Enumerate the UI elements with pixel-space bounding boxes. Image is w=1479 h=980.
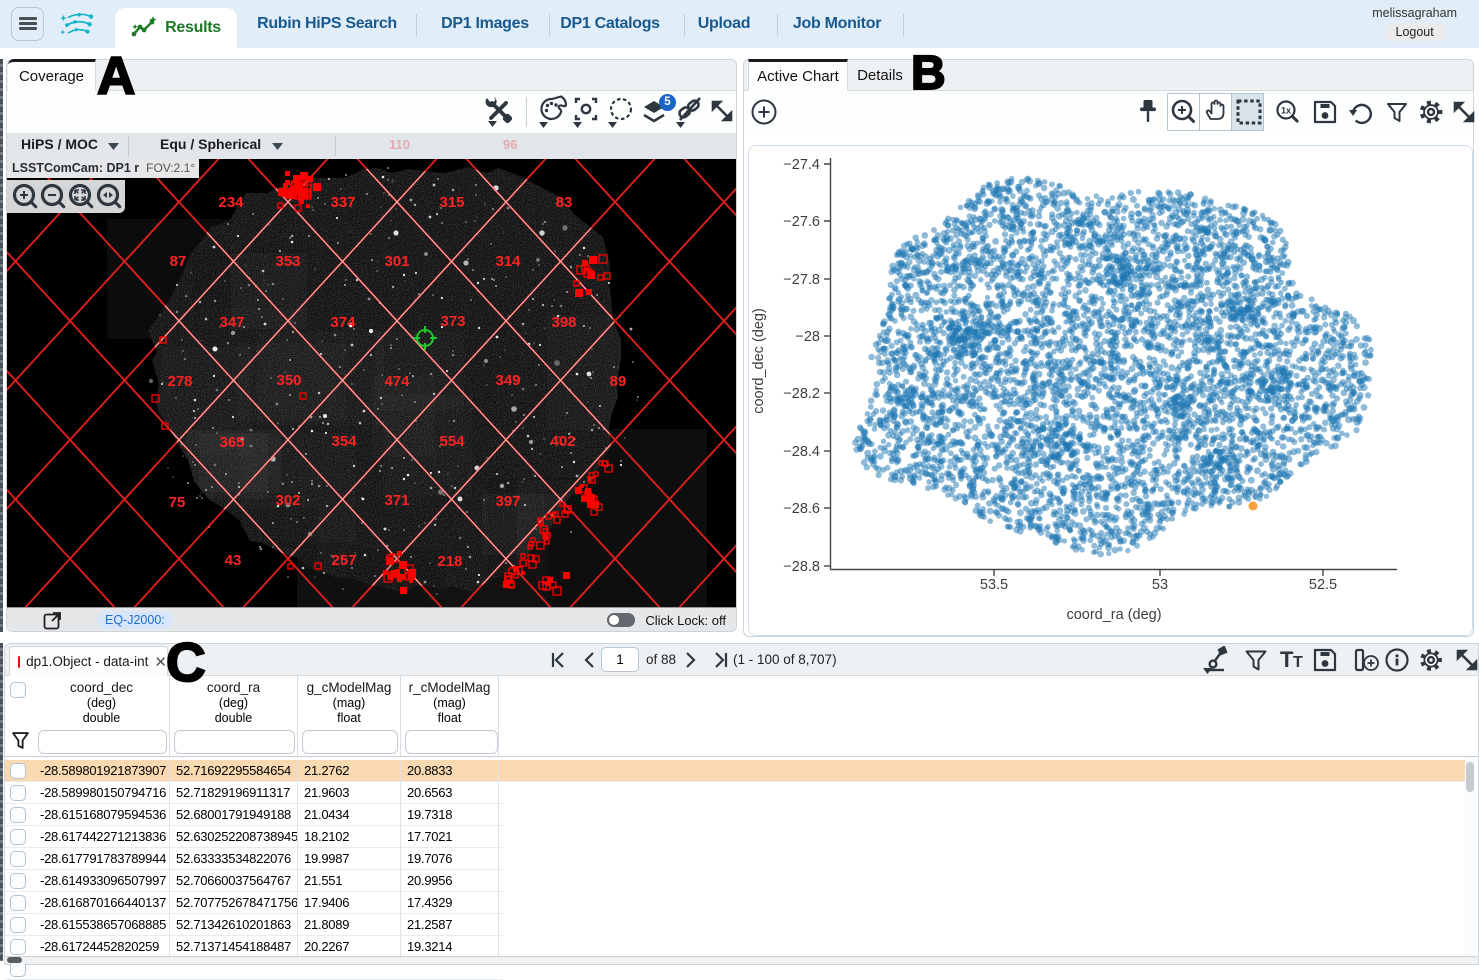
svg-text:278: 278 [167,373,192,390]
svg-text:302: 302 [275,492,300,509]
svg-text:398: 398 [551,314,576,331]
svg-text:397: 397 [495,493,520,510]
svg-text:257: 257 [331,552,356,569]
svg-text:337: 337 [330,194,355,211]
svg-text:373: 373 [440,313,465,330]
svg-text:234: 234 [218,194,244,211]
svg-text:374: 374 [330,314,356,331]
svg-text:353: 353 [275,253,300,270]
svg-text:349: 349 [495,372,520,389]
svg-text:301: 301 [384,253,409,270]
svg-text:43: 43 [225,552,242,569]
svg-text:554: 554 [439,433,465,450]
svg-text:402: 402 [550,433,575,450]
svg-text:87: 87 [170,253,187,270]
svg-text:89: 89 [610,373,627,390]
svg-text:1x: 1x [1281,106,1291,116]
svg-text:83: 83 [556,194,573,211]
svg-text:75: 75 [169,494,186,511]
svg-text:315: 315 [439,194,464,211]
svg-text:371: 371 [384,492,409,509]
svg-text:314: 314 [495,253,521,270]
svg-text:354: 354 [331,433,357,450]
svg-text:365: 365 [219,434,244,451]
svg-text:350: 350 [276,372,301,389]
svg-text:347: 347 [219,314,244,331]
svg-text:474: 474 [384,373,410,390]
svg-text:218: 218 [437,553,462,570]
